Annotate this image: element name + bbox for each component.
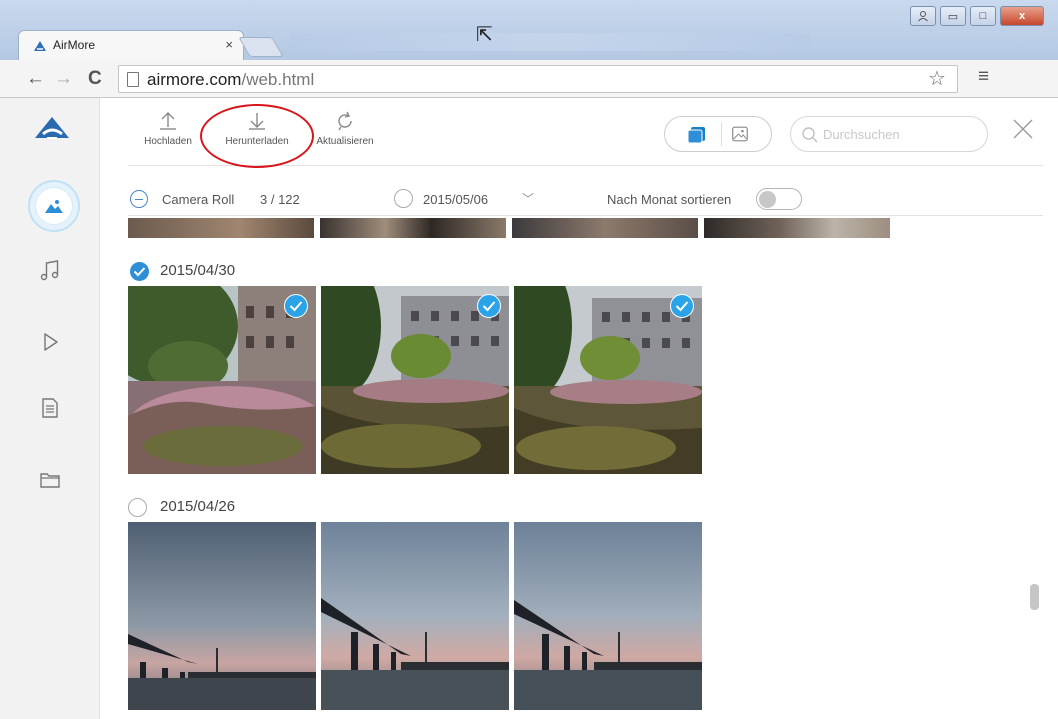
upload-label: Hochladen [144, 136, 192, 147]
sidebar-item-photos[interactable] [28, 180, 80, 232]
date-filter[interactable]: 2015/05/06 [423, 192, 488, 207]
refresh-icon [338, 111, 352, 131]
close-icon[interactable] [1008, 114, 1038, 144]
selected-check-icon[interactable] [670, 294, 694, 318]
partial-photo[interactable] [128, 218, 314, 238]
browser-menu-icon[interactable]: ≡ [978, 66, 989, 88]
sort-by-month-toggle[interactable] [756, 188, 802, 210]
view-mode-toggle[interactable] [664, 116, 772, 152]
filter-bar: Camera Roll 3 / 122 2015/05/06 ﹀ Nach Mo… [128, 182, 1043, 216]
airmore-app: Hochladen Herunterladen Aktualisieren Du… [0, 98, 1058, 719]
photo-thumbnail[interactable] [128, 286, 316, 474]
refresh-button[interactable]: Aktualisieren [306, 110, 384, 147]
selection-count: 3 / 122 [260, 192, 300, 207]
group-date: 2015/04/30 [160, 262, 236, 279]
user-icon [918, 11, 928, 22]
sidebar [0, 98, 100, 719]
search-placeholder: Durchsuchen [823, 127, 900, 142]
back-button[interactable]: ← [26, 68, 45, 90]
upload-icon [160, 112, 176, 130]
selected-check-icon[interactable] [284, 294, 308, 318]
photo-image [514, 522, 702, 710]
chevron-down-icon[interactable]: ﹀ [522, 190, 534, 207]
airmore-favicon-icon [34, 41, 46, 51]
address-bar[interactable]: airmore.com/web.html [118, 65, 958, 93]
photo-image [128, 522, 316, 710]
url-text: airmore.com/web.html [147, 70, 315, 89]
sidebar-files-icon[interactable] [38, 468, 62, 492]
partial-photo[interactable] [512, 218, 698, 238]
annotation-highlight-circle [200, 104, 314, 168]
airmore-logo-icon [35, 117, 69, 139]
group-header: 2015/04/30 [128, 260, 528, 286]
group-header: 2015/04/26 [128, 496, 528, 522]
close-window-button[interactable]: x [1000, 6, 1044, 26]
page-icon [127, 72, 139, 87]
tab-close-icon[interactable]: × [225, 37, 233, 52]
selected-check-icon[interactable] [477, 294, 501, 318]
partial-photo[interactable] [704, 218, 890, 238]
photos-icon [45, 200, 63, 213]
photo-thumbnail[interactable] [128, 522, 316, 710]
photo-toolbar: Hochladen Herunterladen Aktualisieren Du… [128, 98, 1043, 168]
deselect-all-checkbox[interactable] [130, 190, 148, 208]
user-profile-button[interactable] [910, 6, 936, 26]
minimize-button[interactable]: ▭ [940, 6, 966, 26]
group-select-checkbox[interactable] [130, 262, 149, 281]
photo-thumbnail[interactable] [321, 286, 509, 474]
group-date: 2015/04/26 [160, 498, 236, 515]
background-tabs [290, 33, 810, 51]
sort-by-month-label: Nach Monat sortieren [607, 192, 732, 207]
window-controls: ▭ □ x [910, 6, 1044, 28]
browser-tab[interactable]: AirMore × [18, 30, 244, 60]
grid-view-icon[interactable] [721, 122, 757, 146]
search-box[interactable]: Durchsuchen [790, 116, 988, 152]
group-select-checkbox[interactable] [128, 498, 147, 517]
new-tab-button[interactable] [238, 37, 284, 57]
mouse-cursor-icon: ⇱ [476, 24, 493, 46]
album-view-icon[interactable] [679, 123, 715, 145]
forward-button[interactable]: → [54, 68, 73, 90]
scrollbar-thumb[interactable] [1030, 584, 1039, 610]
photo-thumbnail[interactable] [321, 522, 509, 710]
reload-button[interactable]: C [88, 68, 102, 90]
sidebar-video-icon[interactable] [38, 330, 62, 354]
search-icon [802, 127, 818, 143]
tab-title: AirMore [53, 38, 96, 52]
check-icon [133, 267, 146, 277]
photo-thumbnail[interactable] [514, 286, 702, 474]
sidebar-music-icon[interactable] [38, 258, 62, 282]
maximize-button[interactable]: □ [970, 6, 996, 26]
album-name: Camera Roll [162, 192, 235, 207]
toggle-knob [759, 190, 776, 208]
refresh-label: Aktualisieren [316, 136, 374, 147]
date-radio[interactable] [394, 189, 413, 208]
browser-toolbar: ← → C airmore.com/web.html [0, 60, 1058, 98]
bookmark-star-icon[interactable]: ☆ [928, 66, 946, 91]
upload-button[interactable]: Hochladen [136, 110, 200, 147]
browser-titlebar: AirMore × ⇱ ▭ □ x [0, 0, 1058, 60]
partial-photo[interactable] [320, 218, 506, 238]
photo-image [321, 522, 509, 710]
photo-thumbnail[interactable] [514, 522, 702, 710]
sidebar-documents-icon[interactable] [38, 396, 62, 420]
